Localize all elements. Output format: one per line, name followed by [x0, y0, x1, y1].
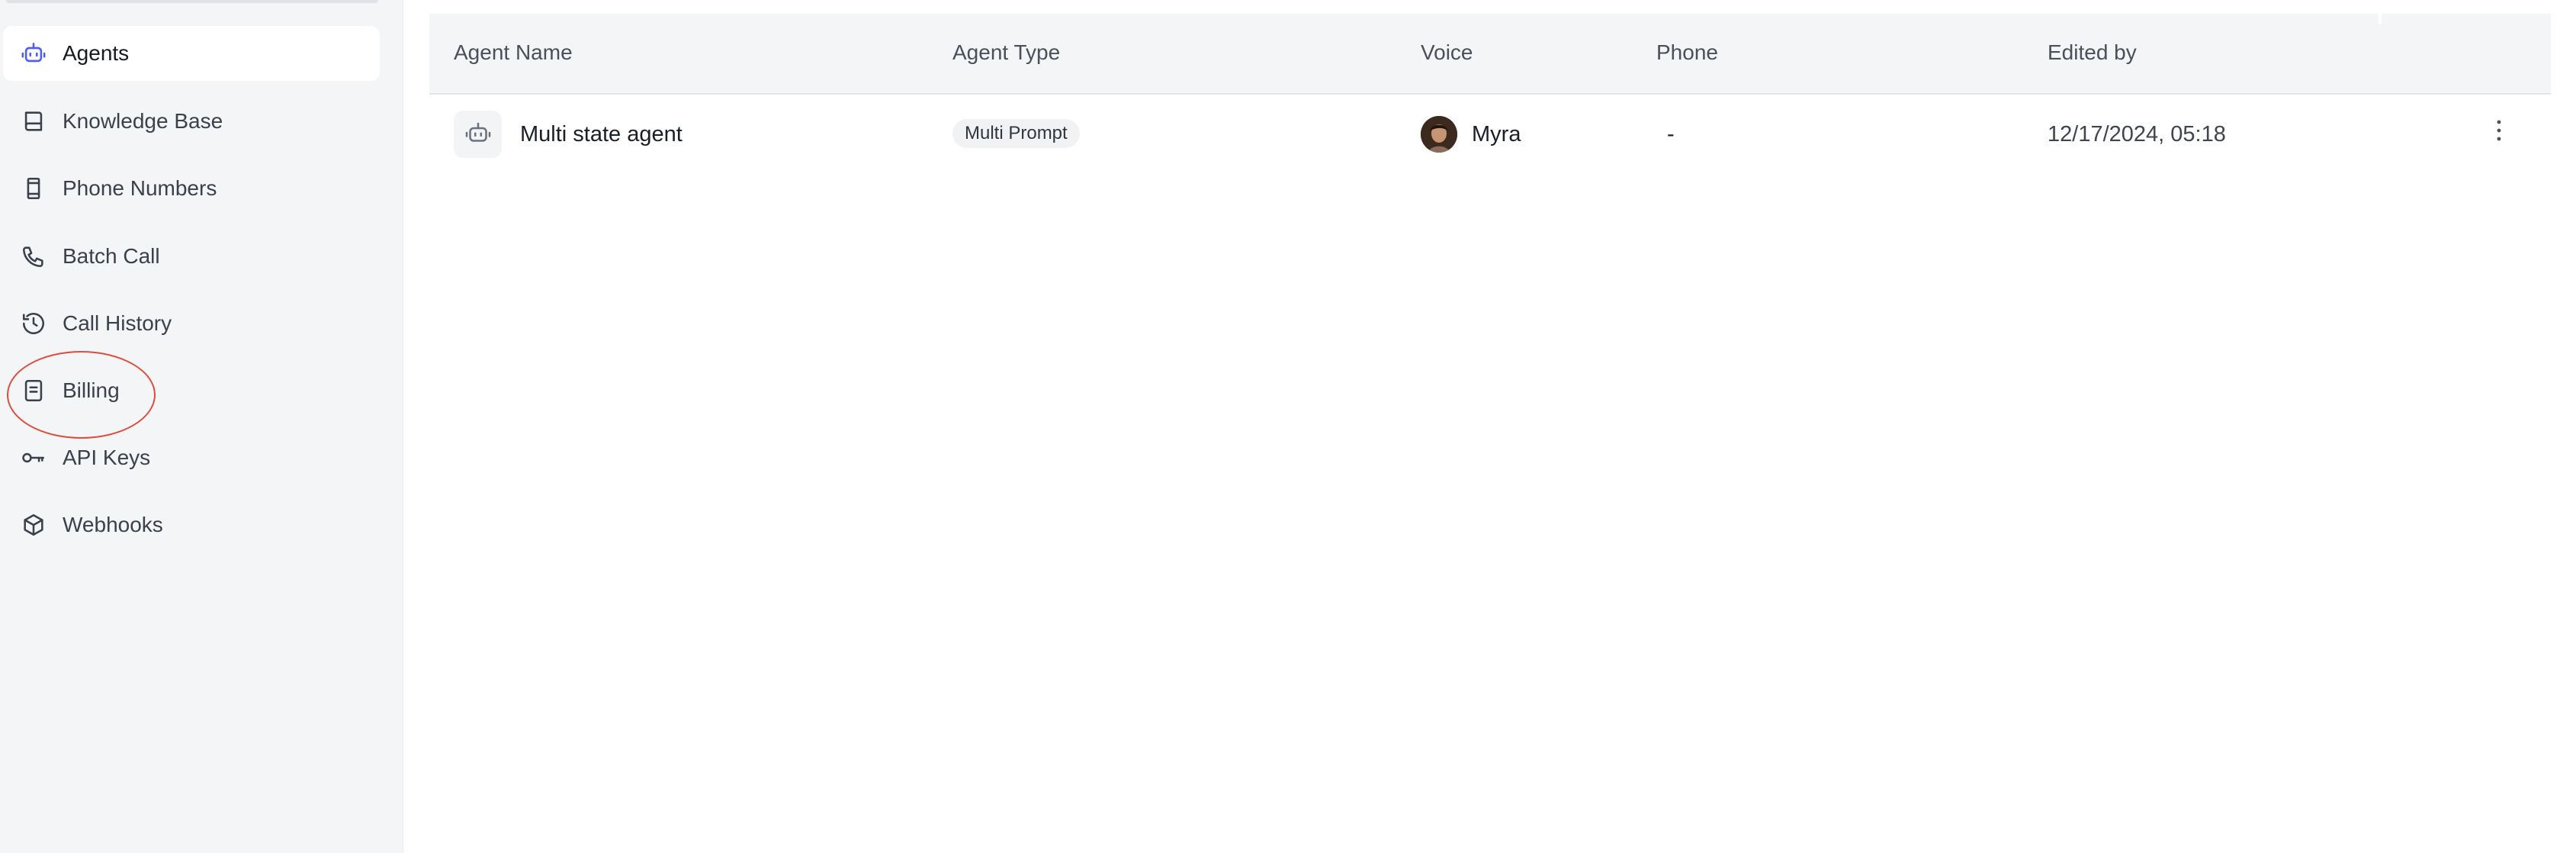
sidebar-top-divider — [6, 0, 378, 3]
sidebar-item-label: Phone Numbers — [63, 176, 217, 200]
sidebar-item-phone-numbers[interactable]: Phone Numbers — [3, 161, 380, 216]
bot-icon — [20, 40, 47, 67]
sidebar-item-label: Webhooks — [63, 513, 163, 536]
column-header-agent-name[interactable]: Agent Name — [454, 40, 573, 66]
history-icon — [20, 310, 47, 337]
bot-icon — [464, 119, 492, 150]
table-row[interactable]: Multi state agent Multi Prompt Myra - 12… — [429, 95, 2551, 174]
phone-cell: - — [1667, 122, 1675, 146]
kebab-menu-icon — [2495, 117, 2503, 147]
agent-type-badge: Multi Prompt — [952, 119, 1080, 148]
sidebar: Agents Knowledge Base Phone Numbers Batc… — [0, 0, 403, 853]
agents-table: Agent Name Agent Type Voice Phone Edited… — [429, 14, 2551, 174]
agent-name-cell[interactable]: Multi state agent — [520, 121, 683, 148]
sidebar-item-api-keys[interactable]: API Keys — [3, 430, 380, 485]
table-header: Agent Name Agent Type Voice Phone Edited… — [429, 14, 2551, 95]
sidebar-item-label: Agents — [63, 41, 130, 65]
phone-icon — [20, 243, 47, 270]
book-icon — [20, 108, 47, 135]
receipt-icon — [20, 377, 47, 404]
sidebar-item-knowledge-base[interactable]: Knowledge Base — [3, 94, 380, 149]
sidebar-item-billing[interactable]: Billing — [3, 363, 380, 418]
sidebar-item-call-history[interactable]: Call History — [3, 296, 380, 351]
voice-cell: Myra — [1472, 122, 1521, 146]
sidebar-item-agents[interactable]: Agents — [3, 26, 380, 81]
column-header-agent-type[interactable]: Agent Type — [952, 40, 1060, 66]
sidebar-item-label: Call History — [63, 311, 172, 335]
header-divider — [2378, 14, 2382, 24]
column-header-edited-by[interactable]: Edited by — [2048, 40, 2137, 66]
sidebar-item-label: API Keys — [63, 446, 151, 469]
sidebar-item-batch-call[interactable]: Batch Call — [3, 229, 380, 284]
sidebar-item-label: Billing — [63, 378, 120, 402]
edited-by-cell: 12/17/2024, 05:18 — [2048, 122, 2226, 146]
box-icon — [20, 511, 47, 539]
sidebar-item-webhooks[interactable]: Webhooks — [3, 497, 380, 552]
column-header-voice[interactable]: Voice — [1421, 40, 1473, 66]
column-header-phone[interactable]: Phone — [1656, 40, 1718, 66]
row-actions-button[interactable] — [2486, 116, 2512, 148]
sidebar-item-label: Batch Call — [63, 244, 160, 268]
key-icon — [20, 444, 47, 472]
agent-avatar — [454, 111, 502, 158]
phone-device-icon — [20, 175, 47, 202]
sidebar-item-label: Knowledge Base — [63, 109, 223, 133]
voice-avatar — [1421, 116, 1457, 153]
